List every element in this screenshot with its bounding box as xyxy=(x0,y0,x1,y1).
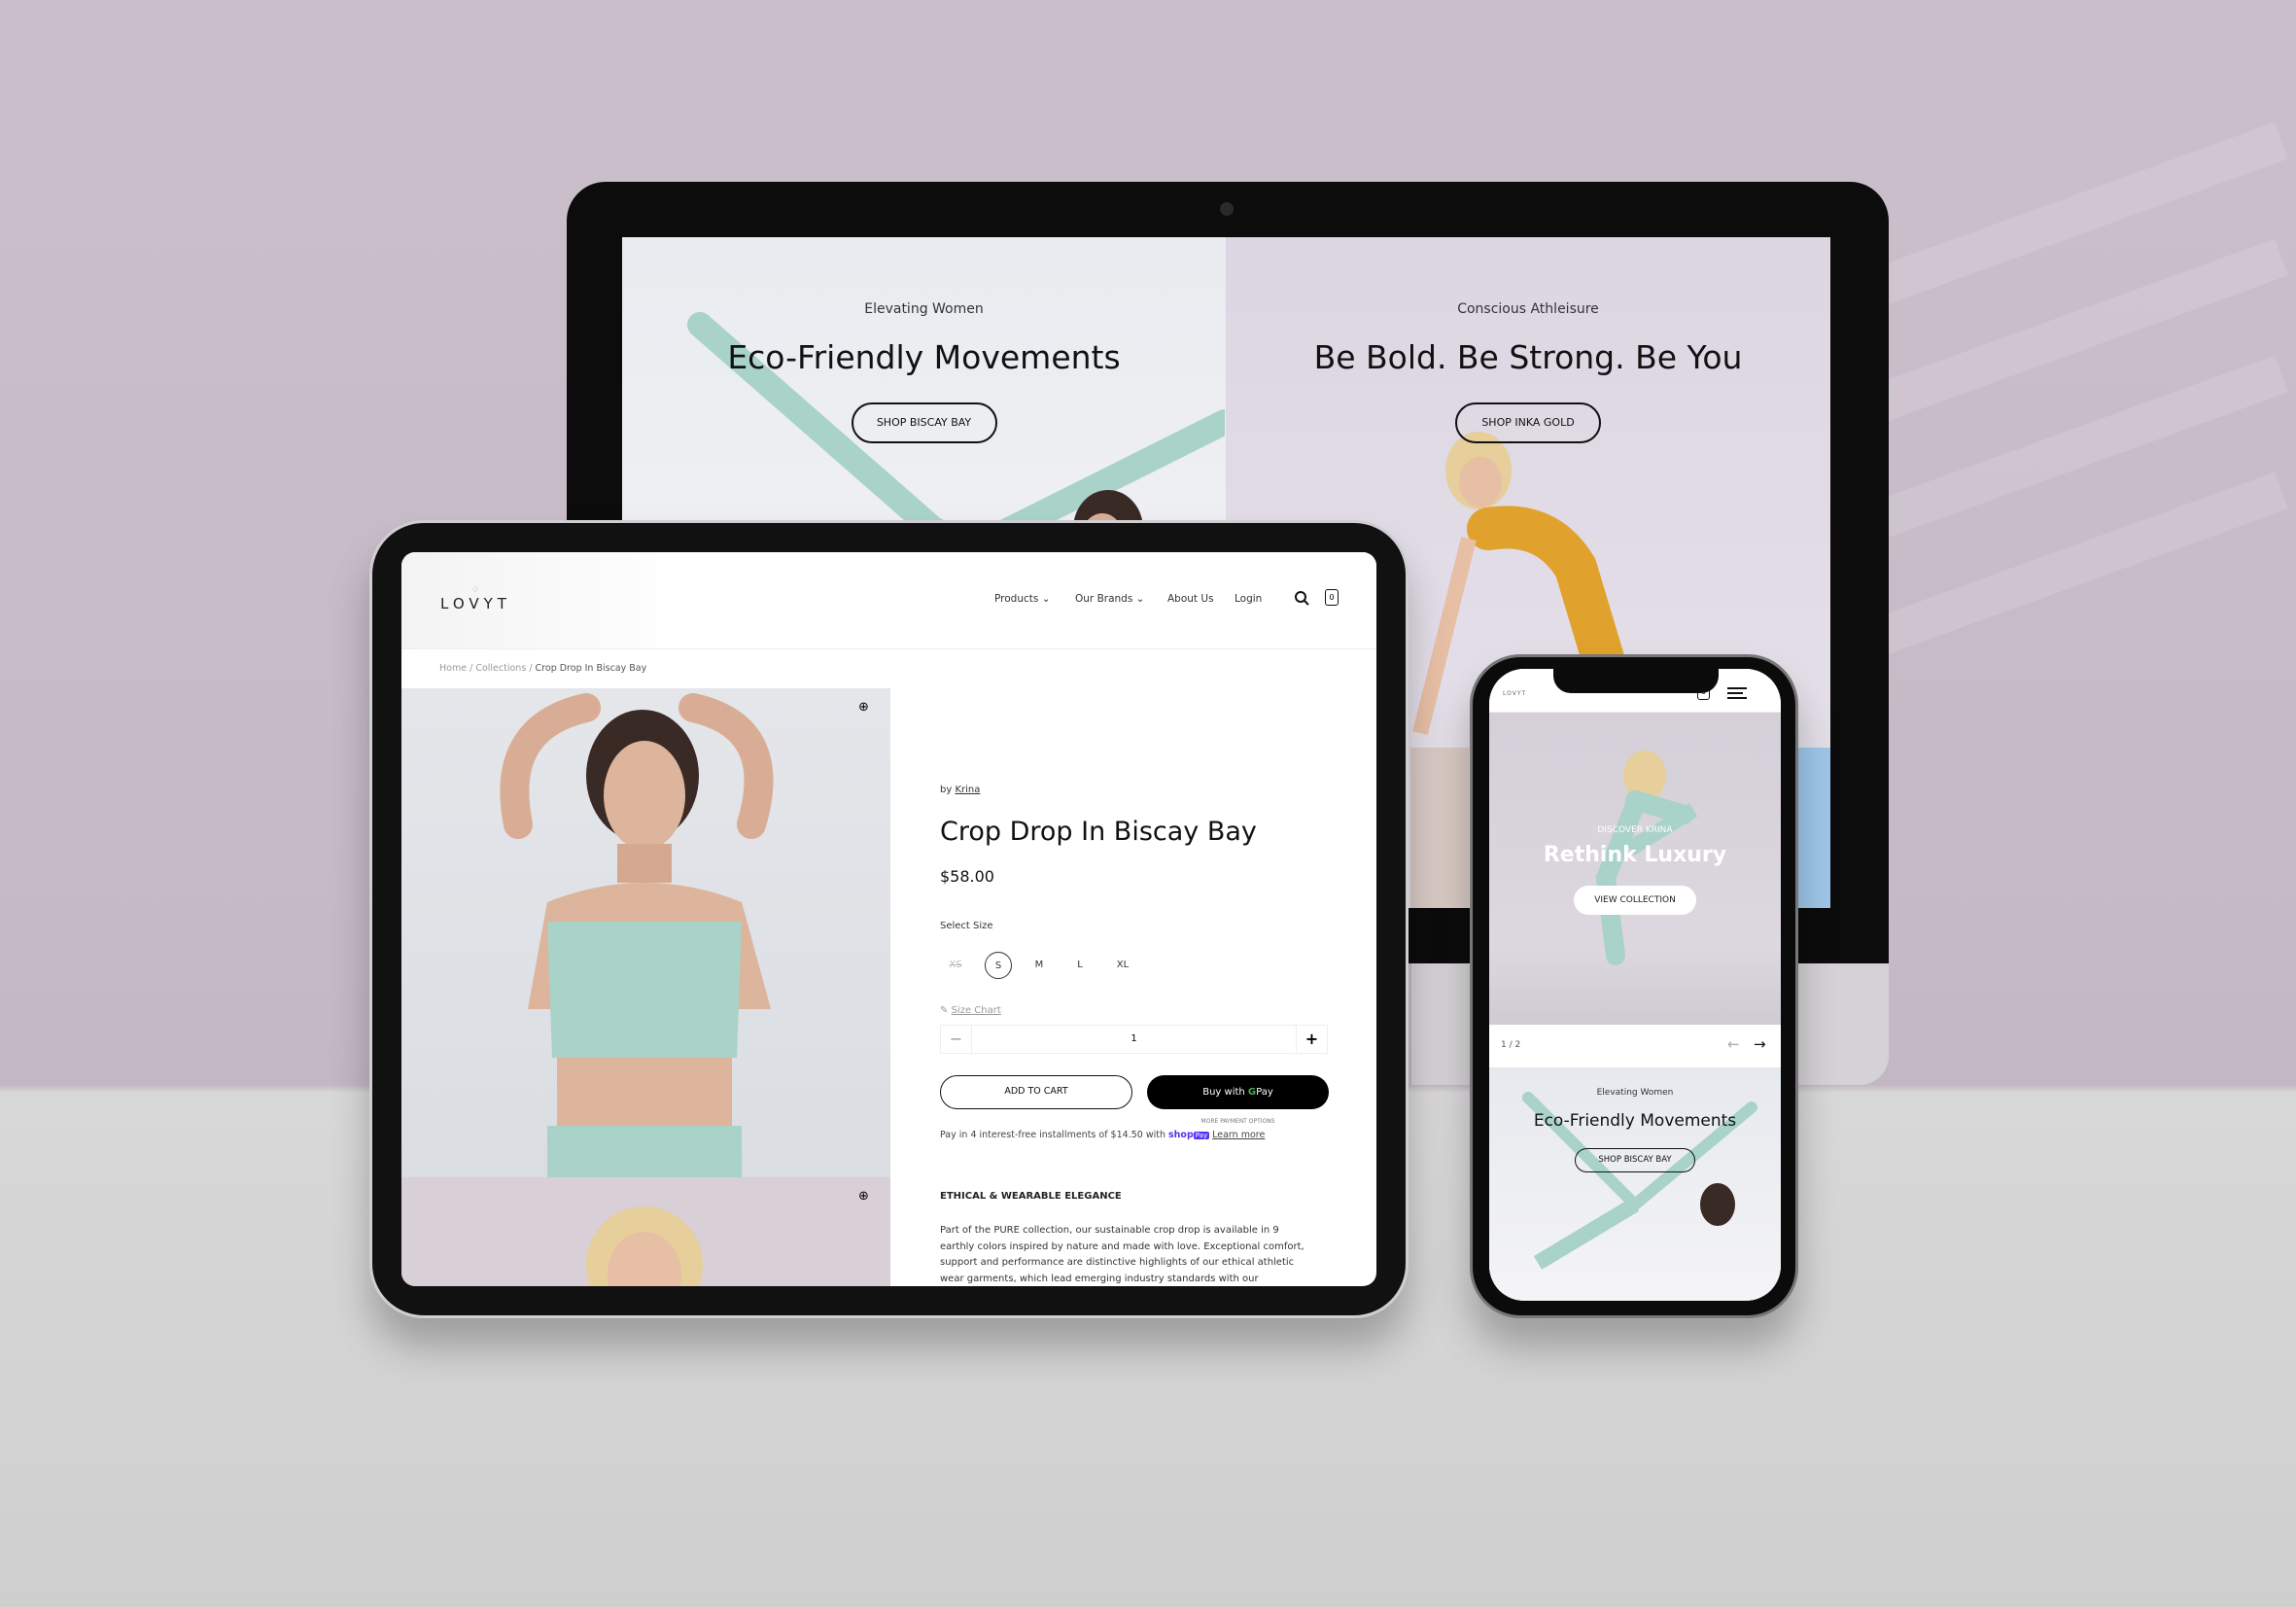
quantity-minus-button[interactable]: − xyxy=(941,1026,972,1053)
shop-biscay-bay-button[interactable]: SHOP BISCAY BAY xyxy=(1575,1148,1695,1172)
add-to-cart-button[interactable]: ADD TO CART xyxy=(940,1075,1132,1109)
buy-with-label: Buy with xyxy=(1202,1087,1245,1098)
site-header: ♢ LOVYT Products ⌄ Our Brands ⌄ About Us… xyxy=(401,552,1376,649)
product-description: Part of the PURE collection, our sustain… xyxy=(940,1223,1305,1286)
by-label: by xyxy=(940,785,953,795)
model-image xyxy=(500,693,774,1177)
logo-gem-icon: ♢ xyxy=(470,585,480,595)
breadcrumb-collections[interactable]: Collections xyxy=(475,663,526,674)
phone-hero-slide: DISCOVER KRINA Rethink Luxury VIEW COLLE… xyxy=(1489,713,1781,1025)
tablet-screen: ♢ LOVYT Products ⌄ Our Brands ⌄ About Us… xyxy=(401,552,1376,1286)
description-heading: ETHICAL & WEARABLE ELEGANCE xyxy=(940,1191,1122,1202)
size-chart-link[interactable]: ✎ Size Chart xyxy=(940,1005,1001,1016)
size-option-s-selected[interactable]: S xyxy=(985,952,1012,979)
nav-products[interactable]: Products ⌄ xyxy=(994,593,1051,605)
size-option-l[interactable]: L xyxy=(1066,952,1094,979)
gpay-label: Pay xyxy=(1256,1087,1273,1098)
slider-pager: 1 / 2 ← → xyxy=(1489,1025,1781,1068)
cart-icon[interactable]: 0 xyxy=(1325,589,1339,606)
zoom-in-icon[interactable]: ⊕ xyxy=(858,1189,869,1204)
hamburger-menu-icon[interactable] xyxy=(1727,687,1747,699)
section-title: Eco-Friendly Movements xyxy=(1533,1111,1737,1131)
size-option-m[interactable]: M xyxy=(1026,952,1053,979)
logo-text: LOVYT xyxy=(440,595,511,612)
nav-label: Products xyxy=(994,593,1039,605)
breadcrumb-home[interactable]: Home xyxy=(439,663,467,674)
shop-pay-logo: shop xyxy=(1168,1130,1194,1140)
webcam-icon xyxy=(1220,202,1234,216)
logo[interactable]: ♢ LOVYT xyxy=(440,585,510,612)
breadcrumb-current: Crop Drop In Biscay Bay xyxy=(535,663,647,674)
size-option-xl[interactable]: XL xyxy=(1109,952,1136,979)
description-line: support and performance are distinctive … xyxy=(940,1257,1295,1268)
installments-label: Pay in 4 interest-free installments of $… xyxy=(940,1130,1165,1140)
chevron-down-icon: ⌄ xyxy=(1135,593,1145,605)
product-vendor: by Krina xyxy=(940,785,980,795)
phone-eco-section: Elevating Women Eco-Friendly Movements S… xyxy=(1489,1068,1781,1301)
nav-login[interactable]: Login xyxy=(1235,593,1262,605)
description-line: Part of the PURE collection, our sustain… xyxy=(940,1225,1279,1236)
size-label: Select Size xyxy=(940,921,993,931)
arrow-right-icon[interactable]: → xyxy=(1754,1035,1766,1053)
breadcrumb-separator: / xyxy=(529,663,533,674)
hero-eyebrow: DISCOVER KRINA xyxy=(1597,825,1673,835)
product-price: $58.00 xyxy=(940,867,994,886)
quantity-input[interactable]: 1 xyxy=(972,1026,1296,1053)
chevron-down-icon: ⌄ xyxy=(1041,593,1051,605)
hero-eyebrow: Conscious Athleisure xyxy=(1457,301,1599,317)
breadcrumb: Home / Collections / Crop Drop In Biscay… xyxy=(439,663,646,674)
quantity-stepper: − 1 + xyxy=(940,1025,1328,1054)
size-chart-label: Size Chart xyxy=(951,1005,1001,1016)
nav-about-us[interactable]: About Us xyxy=(1167,593,1214,605)
hero-eyebrow: Elevating Women xyxy=(864,301,984,317)
product-title: Crop Drop In Biscay Bay xyxy=(940,817,1257,847)
phone-screen: LOVYT 0 DISCOVER KRINA Rethink Luxury VI… xyxy=(1489,669,1781,1301)
nav-label: Our Brands xyxy=(1075,593,1133,605)
hero-title: Eco-Friendly Movements xyxy=(727,338,1121,376)
learn-more-link[interactable]: Learn more xyxy=(1212,1130,1265,1140)
cart-count: 0 xyxy=(1329,593,1335,602)
ruler-icon: ✎ xyxy=(940,1005,949,1016)
breadcrumb-separator: / xyxy=(470,663,473,674)
installments-text: Pay in 4 interest-free installments of $… xyxy=(940,1130,1265,1140)
shop-pay-badge: Pay xyxy=(1193,1132,1210,1139)
logo[interactable]: LOVYT xyxy=(1503,690,1526,697)
shop-inka-gold-button[interactable]: SHOP INKA GOLD xyxy=(1455,402,1601,443)
arrow-left-icon[interactable]: ← xyxy=(1727,1035,1740,1053)
nav-our-brands[interactable]: Our Brands ⌄ xyxy=(1075,593,1144,605)
model-image xyxy=(586,1206,703,1286)
phone-notch xyxy=(1553,669,1719,693)
view-collection-button[interactable]: VIEW COLLECTION xyxy=(1574,886,1696,915)
slide-counter: 1 / 2 xyxy=(1501,1040,1521,1050)
section-eyebrow: Elevating Women xyxy=(1596,1088,1674,1098)
thumbnail-image xyxy=(1410,748,1469,908)
size-option-xs[interactable]: XS xyxy=(942,952,969,979)
description-line: wear garments, which lead emerging indus… xyxy=(940,1273,1259,1284)
vendor-link[interactable]: Krina xyxy=(955,785,980,795)
description-line: earthly colors inspired by nature and ma… xyxy=(940,1240,1305,1252)
product-image-secondary[interactable]: ⊕ xyxy=(401,1177,890,1286)
shop-biscay-bay-button[interactable]: SHOP BISCAY BAY xyxy=(851,402,997,443)
more-payment-options-link[interactable]: MORE PAYMENT OPTIONS xyxy=(1147,1118,1329,1125)
buy-with-gpay-button[interactable]: Buy with GPay xyxy=(1147,1075,1329,1109)
google-g-icon: G xyxy=(1247,1087,1257,1098)
quantity-plus-button[interactable]: + xyxy=(1296,1026,1327,1053)
zoom-in-icon[interactable]: ⊕ xyxy=(858,700,869,715)
product-image-main[interactable]: ⊕ xyxy=(401,688,890,1177)
hero-title: Be Bold. Be Strong. Be You xyxy=(1313,338,1743,376)
search-icon[interactable] xyxy=(1294,590,1309,606)
hero-title: Rethink Luxury xyxy=(1543,843,1727,867)
